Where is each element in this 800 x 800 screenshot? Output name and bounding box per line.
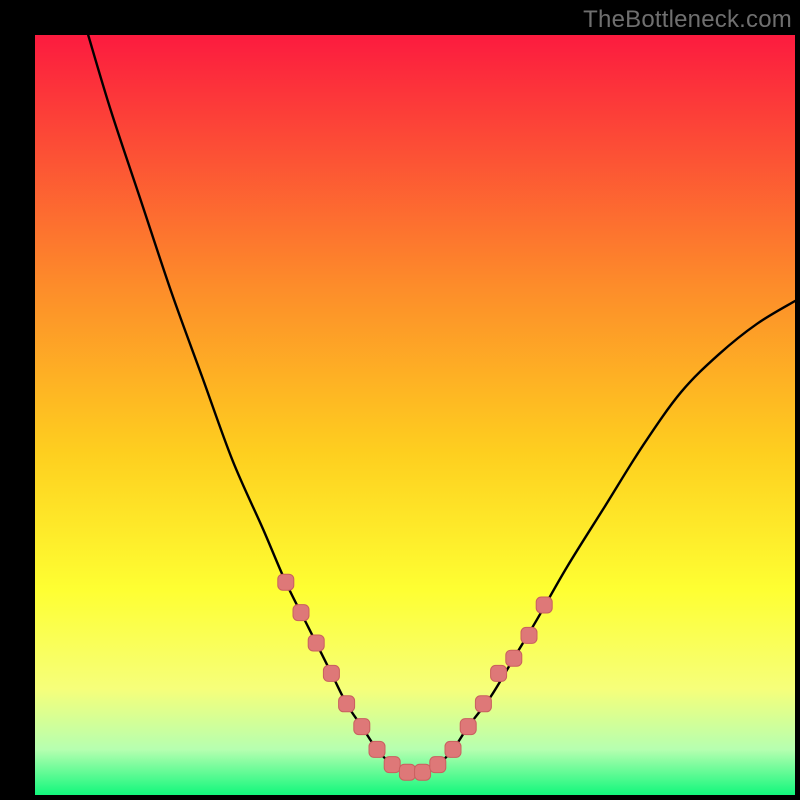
data-marker bbox=[415, 764, 431, 780]
chart-canvas: TheBottleneck.com bbox=[0, 0, 800, 800]
data-marker bbox=[384, 757, 400, 773]
data-marker bbox=[293, 605, 309, 621]
data-marker bbox=[369, 741, 385, 757]
data-marker bbox=[323, 665, 339, 681]
data-marker bbox=[278, 574, 294, 590]
watermark-label: TheBottleneck.com bbox=[583, 6, 792, 34]
plot-area bbox=[35, 35, 795, 795]
data-marker bbox=[399, 764, 415, 780]
data-marker bbox=[354, 719, 370, 735]
data-marker bbox=[430, 757, 446, 773]
bottleneck-chart bbox=[35, 35, 795, 795]
data-marker bbox=[506, 650, 522, 666]
data-marker bbox=[339, 696, 355, 712]
data-marker bbox=[445, 741, 461, 757]
data-marker bbox=[460, 719, 476, 735]
data-marker bbox=[521, 627, 537, 643]
data-marker bbox=[491, 665, 507, 681]
data-marker bbox=[308, 635, 324, 651]
gradient-background bbox=[35, 35, 795, 795]
data-marker bbox=[475, 696, 491, 712]
data-marker bbox=[536, 597, 552, 613]
